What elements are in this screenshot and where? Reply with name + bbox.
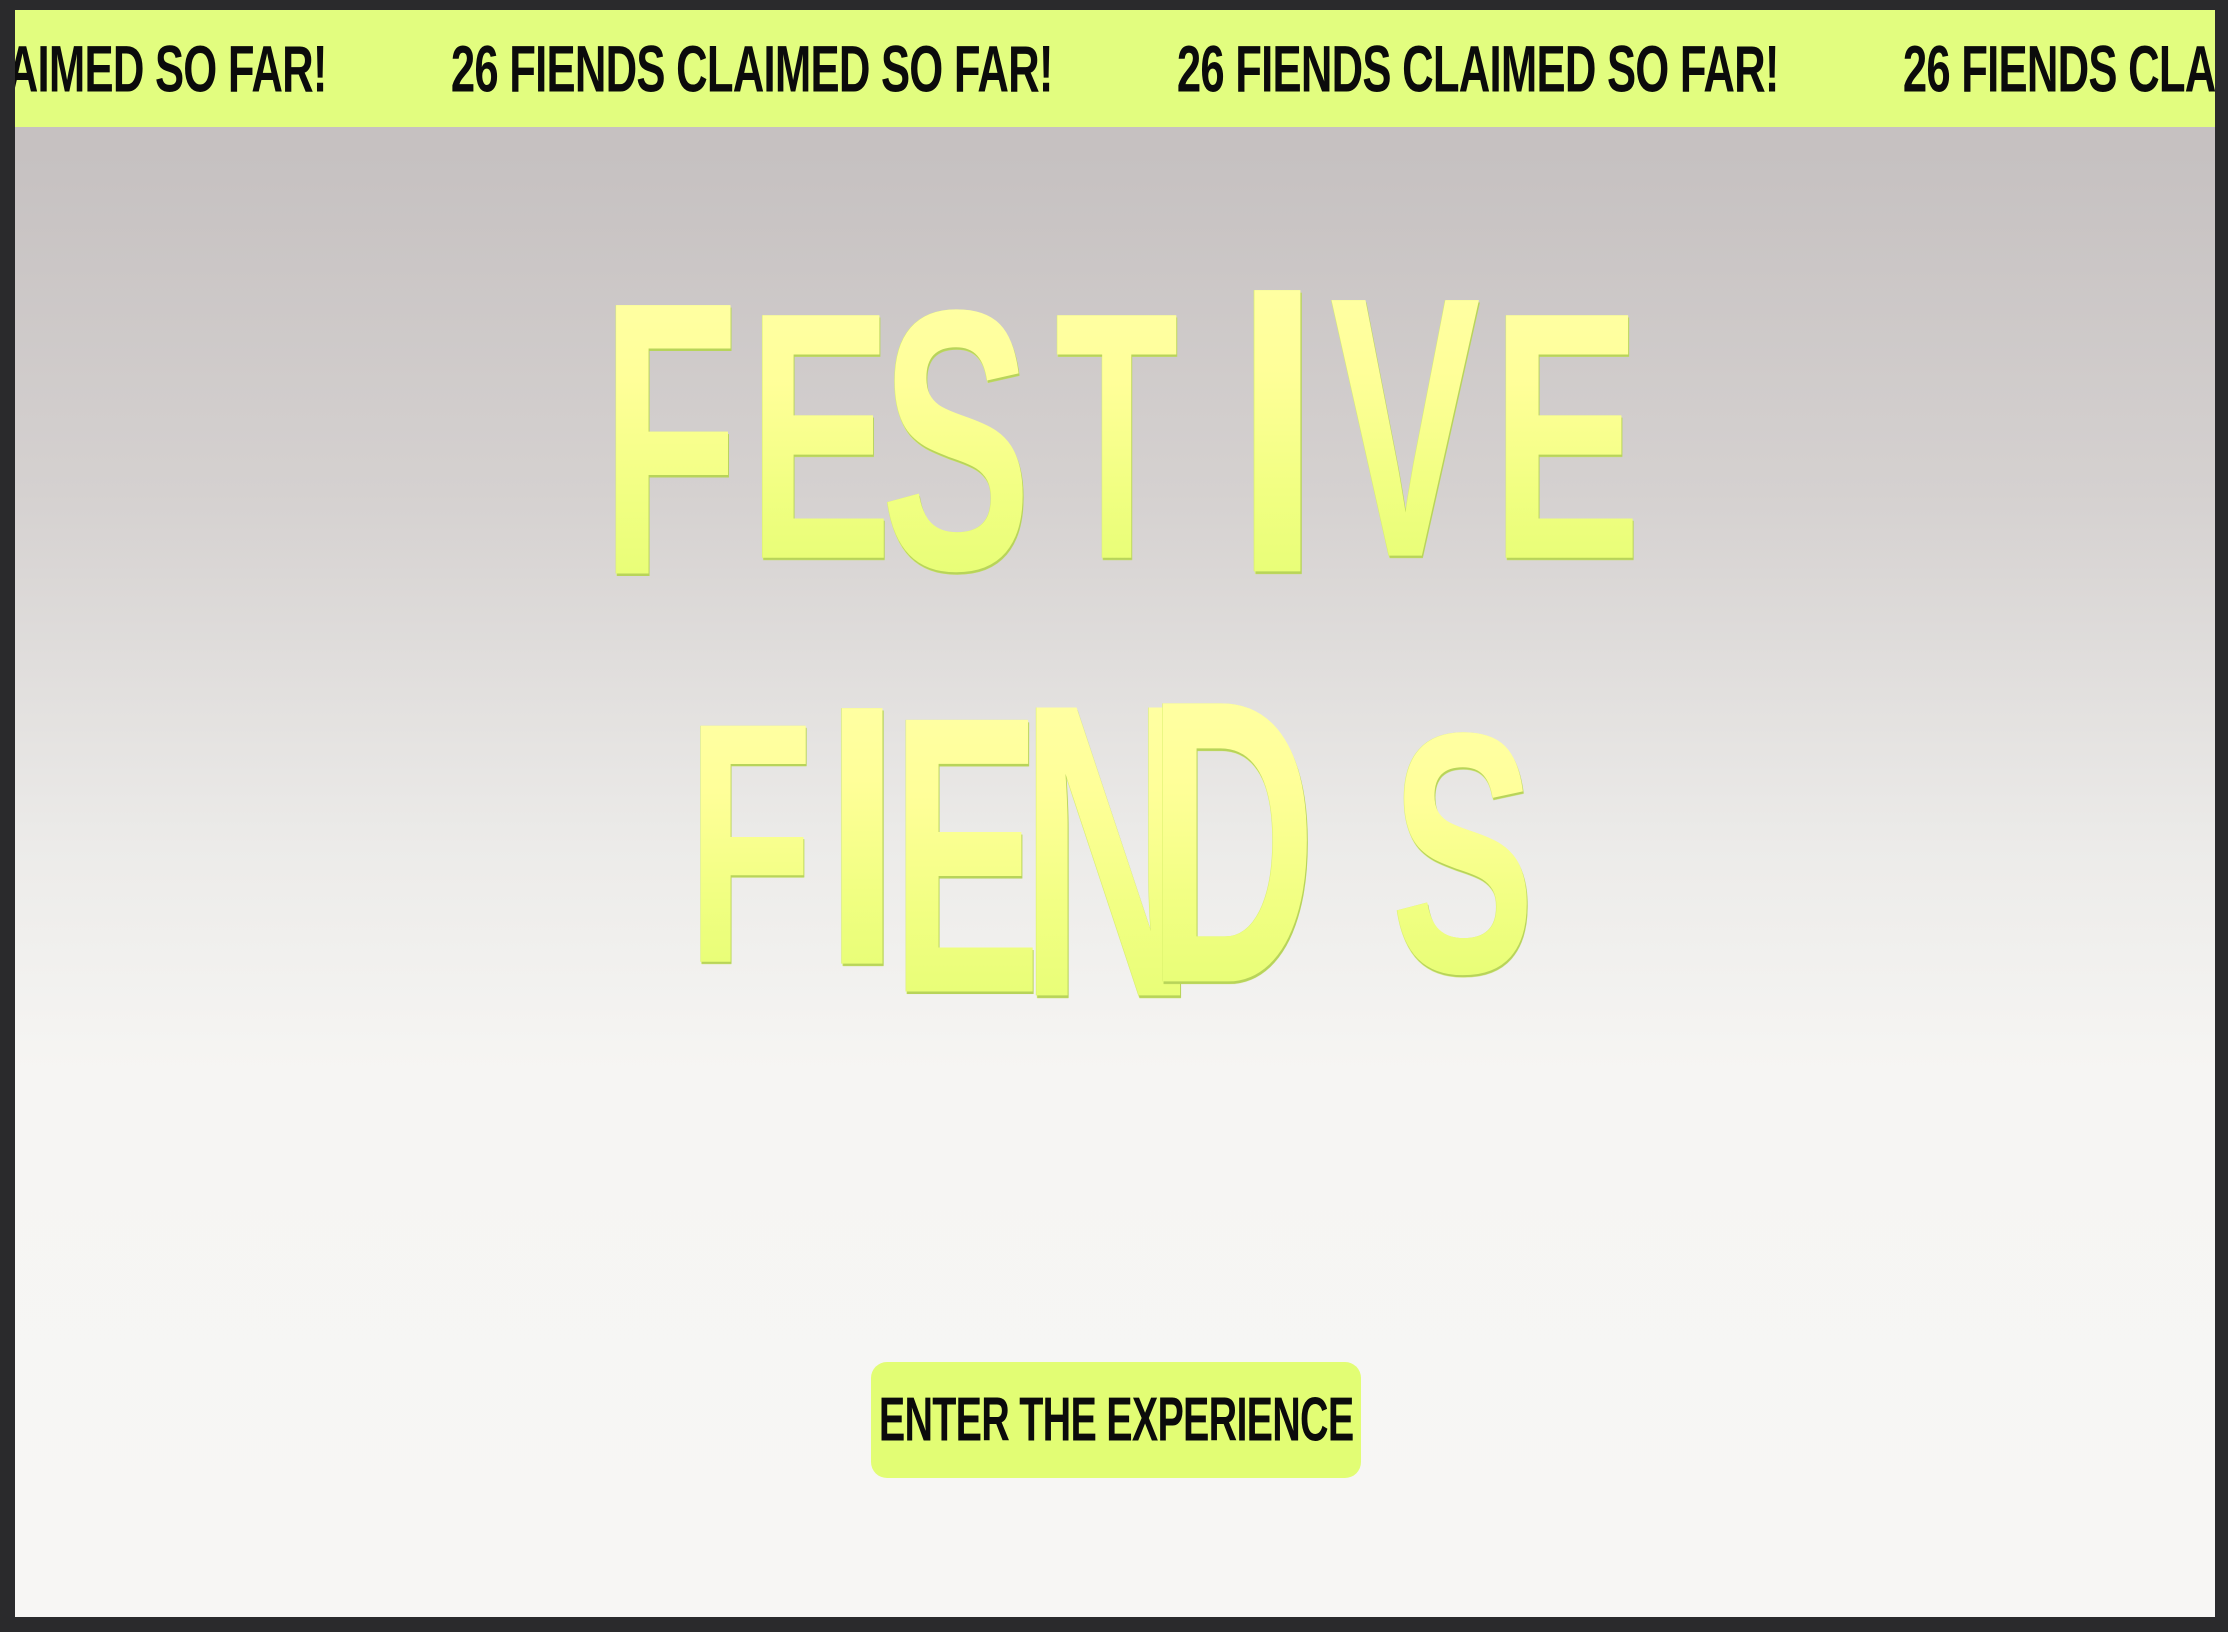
hero-letter: S	[1391, 661, 1536, 1045]
hero-letter: V	[1330, 219, 1481, 635]
hero-letter: I	[823, 627, 902, 1043]
hero-letter: D	[1147, 615, 1317, 1068]
hero-letter: S	[881, 232, 1032, 648]
hero-letter: T	[1055, 239, 1179, 633]
hero-letter: E	[891, 634, 1042, 1076]
hero-letter: F	[601, 220, 739, 657]
enter-experience-button[interactable]: ENTER THE EXPERIENCE	[871, 1362, 1361, 1478]
hero-letter: F	[687, 651, 814, 1035]
page-frame: 26 FIENDS CLAIMED SO FAR! 26 FIENDS CLAI…	[15, 10, 2215, 1617]
hero-letter: E	[1491, 239, 1642, 633]
hero-letter: I	[1233, 201, 1322, 659]
hero-letter: E	[748, 239, 893, 633]
enter-experience-label: ENTER THE EXPERIENCE	[878, 1385, 1354, 1455]
